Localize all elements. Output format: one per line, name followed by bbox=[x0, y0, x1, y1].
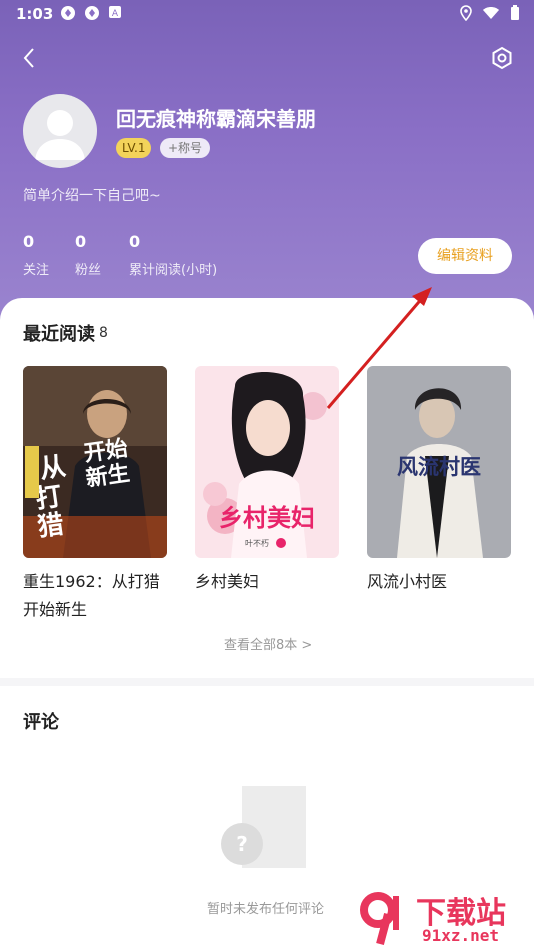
stat-value: 0 bbox=[129, 232, 141, 251]
section-title-comments: 评论 bbox=[23, 712, 59, 733]
edit-profile-button[interactable]: 编辑资料 bbox=[418, 238, 512, 274]
stat-label: 粉丝 bbox=[75, 263, 102, 278]
svg-text:乡村美妇: 乡村美妇 bbox=[219, 504, 315, 532]
book-item[interactable]: 开始 新生 从 打 猎 重生1962：从打猎开始新生 bbox=[23, 366, 167, 624]
book-item[interactable]: 乡村美妇 叶不朽 乡村美妇 bbox=[195, 366, 339, 596]
app-notification-icon bbox=[84, 5, 100, 21]
empty-comments-illustration: ? bbox=[220, 786, 310, 868]
wifi-icon bbox=[482, 6, 500, 24]
stat-value: 0 bbox=[75, 232, 87, 251]
watermark-logo-icon bbox=[360, 892, 399, 946]
default-avatar-icon bbox=[35, 110, 85, 160]
book-cover[interactable]: 乡村美妇 叶不朽 bbox=[195, 366, 339, 558]
profile-header: 1:03 A 回无痕神称霸滴宋善朋 LV.1 +称号 简单介绍一下自己吧~ 0 … bbox=[0, 0, 534, 330]
site-watermark: 下载站 91xz.net bbox=[358, 888, 528, 948]
empty-comments-text: 暂时未发布任何评论 bbox=[207, 902, 325, 917]
svg-text:?: ? bbox=[236, 832, 248, 856]
stat-following[interactable]: 0 关注 bbox=[23, 232, 49, 278]
avatar[interactable] bbox=[23, 94, 97, 168]
stat-label: 关注 bbox=[23, 263, 50, 278]
stat-fans[interactable]: 0 粉丝 bbox=[75, 232, 101, 278]
bio-text[interactable]: 简单介绍一下自己吧~ bbox=[23, 185, 161, 205]
title-badge[interactable]: +称号 bbox=[160, 138, 211, 158]
status-bar: 1:03 A bbox=[0, 0, 534, 28]
section-title-recent: 最近阅读 bbox=[23, 324, 95, 345]
stat-value: 0 bbox=[23, 232, 35, 251]
book-item[interactable]: 风流村医 风流小村医 bbox=[367, 366, 511, 596]
svg-text:从: 从 bbox=[38, 452, 68, 485]
view-all-link[interactable]: 查看全部8本 > bbox=[224, 634, 312, 653]
watermark-url: 91xz.net bbox=[422, 926, 500, 945]
book-cover[interactable]: 开始 新生 从 打 猎 bbox=[23, 366, 167, 558]
back-button[interactable] bbox=[18, 46, 42, 70]
svg-text:叶不朽: 叶不朽 bbox=[245, 538, 269, 548]
svg-text:风流村医: 风流村医 bbox=[397, 454, 481, 479]
text-app-icon: A bbox=[108, 5, 124, 21]
username: 回无痕神称霸滴宋善朋 bbox=[116, 107, 316, 131]
status-time: 1:03 bbox=[16, 5, 54, 23]
svg-text:A: A bbox=[112, 9, 119, 19]
chevron-left-icon bbox=[23, 48, 34, 68]
level-badge: LV.1 bbox=[116, 138, 152, 158]
location-icon bbox=[460, 5, 472, 25]
book-cover[interactable]: 风流村医 bbox=[367, 366, 511, 558]
gear-icon bbox=[492, 46, 512, 70]
section-divider bbox=[0, 678, 534, 686]
settings-button[interactable] bbox=[490, 46, 514, 70]
book-title[interactable]: 重生1962：从打猎开始新生 bbox=[23, 568, 167, 624]
battery-icon bbox=[510, 5, 520, 25]
book-title[interactable]: 乡村美妇 bbox=[195, 568, 339, 596]
book-title[interactable]: 风流小村医 bbox=[367, 568, 511, 596]
stat-reading-hours[interactable]: 0 累计阅读(小时) bbox=[129, 232, 217, 278]
stat-label: 累计阅读(小时) bbox=[129, 263, 218, 278]
app-notification-icon bbox=[60, 5, 76, 21]
svg-text:猎: 猎 bbox=[36, 510, 66, 543]
recent-count: 8 bbox=[99, 325, 108, 341]
